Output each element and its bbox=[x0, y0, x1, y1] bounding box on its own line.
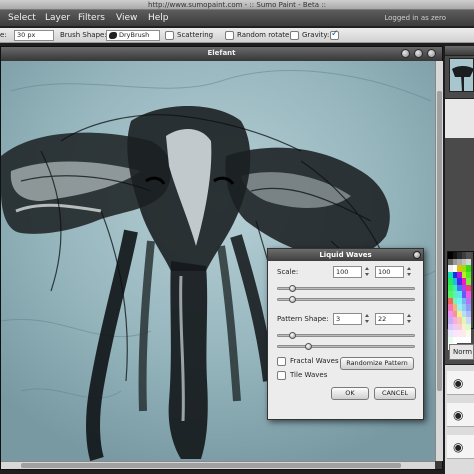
document-title: Elefant bbox=[207, 49, 236, 57]
scale-y-slider-knob[interactable] bbox=[288, 296, 296, 303]
scale-y-input[interactable]: 100 bbox=[375, 266, 404, 278]
pattern-a-stepper[interactable] bbox=[365, 313, 370, 325]
scale-x-input[interactable]: 100 bbox=[333, 266, 362, 278]
gravity-label: Gravity: bbox=[302, 31, 330, 39]
eye-icon[interactable]: ◉ bbox=[453, 377, 465, 389]
random-rotate-checkbox[interactable] bbox=[225, 31, 234, 40]
app-window: http://www.sumopaint.com - :: Sumo Paint… bbox=[0, 0, 474, 474]
tile-waves-label: Tile Waves bbox=[290, 371, 328, 379]
layer-row[interactable]: ◉ bbox=[447, 403, 474, 427]
eye-icon[interactable]: ◉ bbox=[453, 409, 465, 421]
fractal-waves-label: Fractal Waves bbox=[290, 357, 339, 365]
menu-select[interactable]: Select bbox=[6, 10, 38, 27]
vertical-scroll-thumb[interactable] bbox=[437, 91, 442, 391]
dialog-close-icon[interactable] bbox=[413, 251, 421, 259]
menu-bar: Select Layer Filters View Help Logged in… bbox=[0, 10, 474, 27]
size-label-fragment: e: bbox=[0, 31, 7, 39]
ok-button[interactable]: OK bbox=[331, 387, 369, 400]
dialog-title-bar[interactable]: Liquid Waves bbox=[268, 249, 423, 261]
navigator-controls bbox=[445, 98, 474, 138]
liquid-waves-dialog: Liquid Waves Scale: 100 100 Pattern Shap… bbox=[267, 248, 424, 420]
fractal-waves-checkbox[interactable] bbox=[277, 357, 286, 366]
blend-mode-select[interactable]: Norm bbox=[449, 344, 474, 360]
size-input[interactable]: 30 px bbox=[14, 30, 54, 41]
navigator-thumbnail[interactable] bbox=[449, 58, 474, 92]
menu-layer[interactable]: Layer bbox=[43, 10, 72, 27]
dialog-title: Liquid Waves bbox=[319, 251, 372, 259]
login-status: Logged in as zero bbox=[384, 14, 446, 22]
vertical-scrollbar[interactable] bbox=[435, 61, 443, 461]
gravity-checkbox[interactable] bbox=[330, 29, 339, 40]
pattern-b-stepper[interactable] bbox=[407, 313, 412, 325]
pattern-a-slider[interactable] bbox=[277, 332, 415, 339]
gravity-pre-checkbox[interactable] bbox=[290, 31, 299, 40]
eye-icon[interactable]: ◉ bbox=[453, 441, 465, 453]
random-rotate-label: Random rotate bbox=[237, 31, 290, 39]
browser-title-bar: http://www.sumopaint.com - :: Sumo Paint… bbox=[0, 0, 474, 10]
navigator-preview bbox=[450, 59, 473, 91]
menu-help[interactable]: Help bbox=[146, 10, 171, 27]
color-swatch[interactable] bbox=[466, 336, 471, 343]
navigator-header bbox=[445, 46, 474, 56]
pattern-b-slider[interactable] bbox=[277, 343, 415, 350]
minimize-icon[interactable] bbox=[401, 49, 410, 58]
brush-shape-label: Brush Shape: bbox=[60, 31, 107, 39]
brush-preview-icon bbox=[109, 32, 117, 39]
right-panels: Norm ◉ ◉ ◉ bbox=[445, 46, 474, 474]
scale-x-slider-knob[interactable] bbox=[288, 285, 296, 292]
tile-waves-checkbox[interactable] bbox=[277, 371, 286, 380]
menu-filters[interactable]: Filters bbox=[76, 10, 107, 27]
maximize-icon[interactable] bbox=[414, 49, 423, 58]
scattering-checkbox[interactable] bbox=[165, 31, 174, 40]
scale-x-stepper[interactable] bbox=[365, 266, 370, 278]
layer-row[interactable]: ◉ bbox=[447, 371, 474, 395]
tool-options-bar: e: 30 px Brush Shape: DryBrush Scatterin… bbox=[0, 28, 474, 43]
scale-y-slider[interactable] bbox=[277, 296, 415, 303]
horizontal-scroll-thumb[interactable] bbox=[21, 463, 401, 468]
brush-shape-select[interactable]: DryBrush bbox=[106, 30, 160, 41]
horizontal-scrollbar[interactable] bbox=[1, 461, 435, 469]
scale-x-slider[interactable] bbox=[277, 285, 415, 292]
scale-label: Scale: bbox=[277, 268, 299, 276]
color-palette[interactable] bbox=[447, 251, 474, 350]
close-icon[interactable] bbox=[427, 49, 436, 58]
scattering-label: Scattering bbox=[177, 31, 214, 39]
randomize-pattern-button[interactable]: Randomize Pattern bbox=[340, 357, 414, 370]
pattern-a-input[interactable]: 3 bbox=[333, 313, 362, 325]
layer-row[interactable]: ◉ bbox=[447, 435, 474, 459]
pattern-b-slider-knob[interactable] bbox=[304, 343, 312, 350]
scale-y-stepper[interactable] bbox=[407, 266, 412, 278]
cancel-button[interactable]: CANCEL bbox=[374, 387, 416, 400]
document-title-bar[interactable]: Elefant bbox=[1, 47, 442, 60]
browser-title: http://www.sumopaint.com - :: Sumo Paint… bbox=[148, 1, 326, 9]
brush-shape-value: DryBrush bbox=[119, 31, 150, 39]
layers-panel: ◉ ◉ ◉ bbox=[445, 364, 474, 474]
pattern-b-input[interactable]: 22 bbox=[375, 313, 404, 325]
pattern-shape-label: Pattern Shape: bbox=[277, 315, 329, 323]
menu-view[interactable]: View bbox=[114, 10, 139, 27]
pattern-a-slider-knob[interactable] bbox=[288, 332, 296, 339]
